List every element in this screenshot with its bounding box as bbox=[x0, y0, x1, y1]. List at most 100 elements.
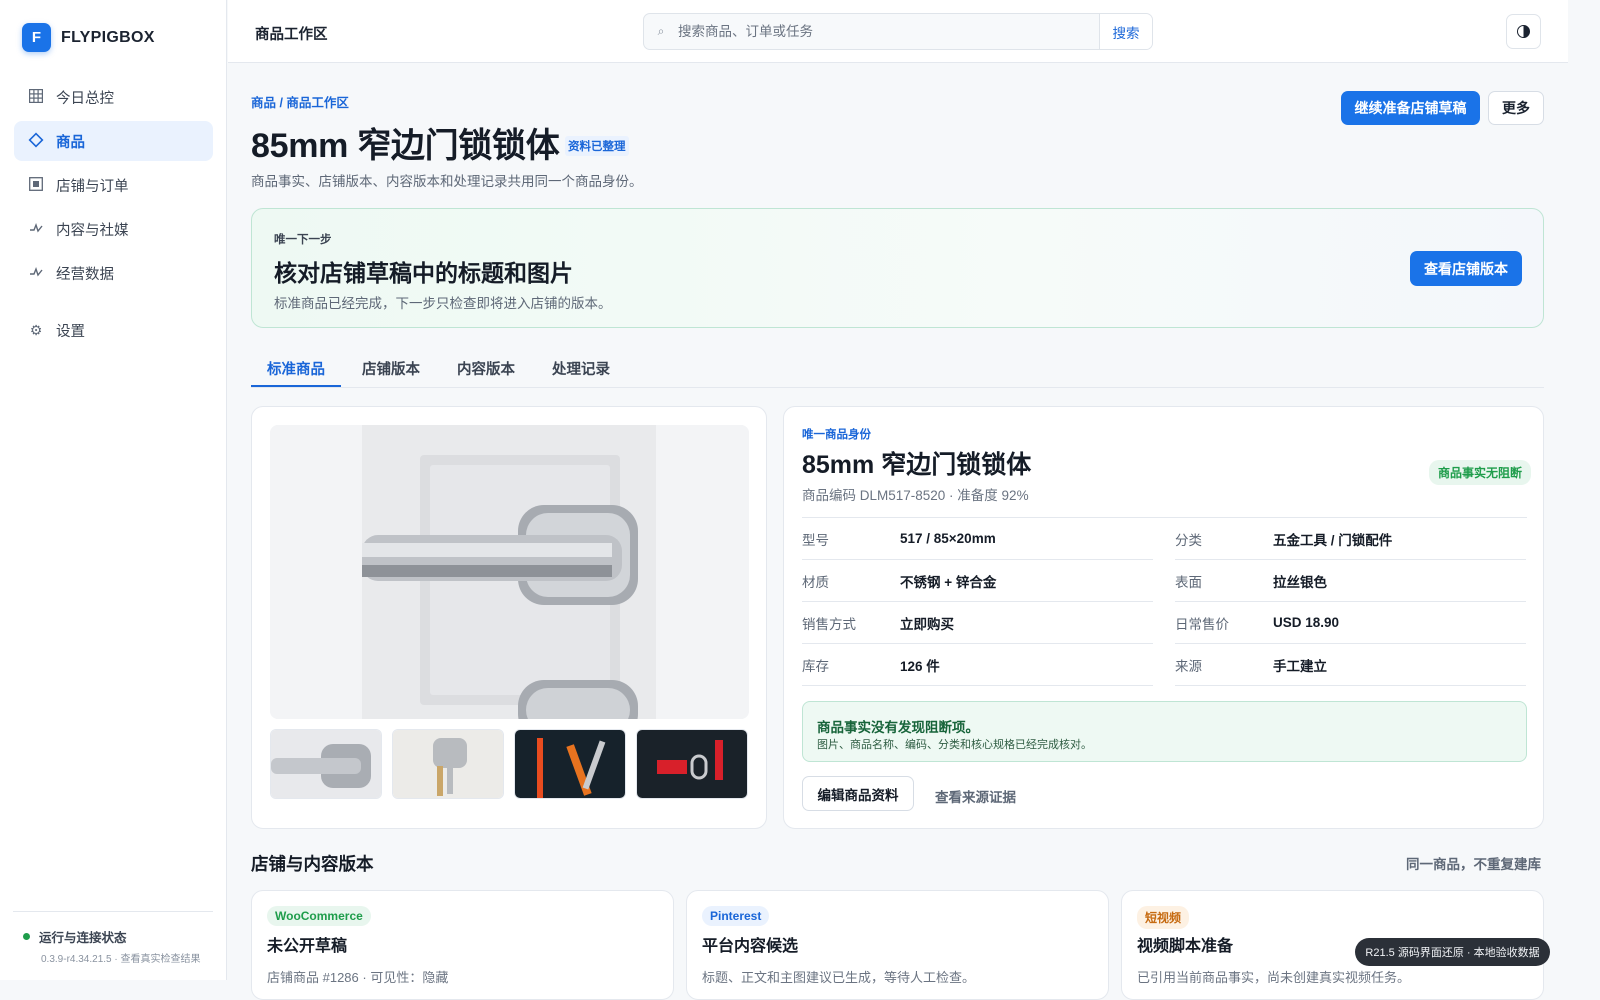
diamond-icon bbox=[28, 132, 44, 151]
main-product-image[interactable] bbox=[270, 425, 749, 719]
next-step-title: 核对店铺草稿中的标题和图片 bbox=[274, 260, 573, 286]
thumbnail-strip bbox=[270, 729, 749, 799]
version-description: 店铺商品 #1286 · 可见性：隐藏 bbox=[267, 970, 449, 985]
platform-tag: 短视频 bbox=[1137, 906, 1190, 929]
platform-tag: Pinterest bbox=[702, 906, 770, 926]
versions-section-note: 同一商品，不重复建库 bbox=[1406, 857, 1541, 872]
tab-history[interactable]: 处理记录 bbox=[536, 348, 626, 387]
version-title: 视频脚本准备 bbox=[1137, 938, 1234, 955]
product-identity-card: 唯一商品身份 85mm 窄边门锁锁体 商品编码 DLM517-8520 · 准备… bbox=[783, 406, 1544, 829]
next-step-label: 唯一下一步 bbox=[274, 234, 332, 246]
spec-value: 手工建立 bbox=[1273, 658, 1327, 674]
spec-row: 日常售价 USD 18.90 bbox=[1175, 602, 1526, 644]
sidebar-item-label: 商品 bbox=[56, 134, 85, 151]
versions-section-title: 店铺与内容版本 bbox=[251, 854, 374, 874]
sidebar-item-label: 设置 bbox=[56, 323, 85, 340]
tab-content-version[interactable]: 内容版本 bbox=[441, 348, 531, 387]
spec-row: 材质 不锈钢 + 锌合金 bbox=[802, 560, 1153, 602]
gear-icon: ⚙ bbox=[29, 321, 43, 338]
version-card-woocommerce[interactable]: WooCommerce 未公开草稿 店铺商品 #1286 · 可见性：隐藏 bbox=[251, 890, 674, 1000]
connection-status[interactable]: 运行与连接状态 0.3.9-r4.34.21.5 · 查看真实检查结果 bbox=[13, 911, 213, 965]
sidebar-item-dashboard[interactable]: 今日总控 bbox=[14, 77, 213, 117]
identity-label: 唯一商品身份 bbox=[802, 429, 871, 441]
search-button[interactable]: 搜索 bbox=[1099, 14, 1152, 49]
check-title: 商品事实没有发现阻断项。 bbox=[817, 720, 979, 735]
tab-standard-product[interactable]: 标准商品 bbox=[251, 348, 341, 387]
version-card-pinterest[interactable]: Pinterest 平台内容候选 标题、正文和主图建议已生成，等待人工检查。 bbox=[686, 890, 1109, 1000]
build-info-toast: R21.5 源码界面还原 · 本地验收数据 bbox=[1355, 938, 1550, 966]
spec-value: 立即购买 bbox=[900, 616, 954, 632]
status-dot bbox=[23, 933, 30, 940]
thumbnail-keys[interactable] bbox=[392, 729, 504, 799]
spec-key: 型号 bbox=[802, 532, 829, 548]
identity-title: 85mm 窄边门锁锁体 bbox=[802, 451, 1032, 479]
brand[interactable]: F FLYPIGBOX bbox=[22, 23, 155, 52]
identity-subtitle: 商品编码 DLM517-8520 · 准备度 92% bbox=[802, 488, 1029, 503]
contrast-icon bbox=[1517, 25, 1530, 38]
spec-key: 分类 bbox=[1175, 532, 1202, 548]
spec-row: 表面 拉丝银色 bbox=[1175, 560, 1526, 602]
breadcrumb[interactable]: 商品 / 商品工作区 bbox=[251, 92, 349, 111]
spec-grid: 型号 517 / 85×20mm 分类 五金工具 / 门锁配件 材质 不锈钢 + 锌合… bbox=[802, 517, 1527, 686]
sidebar-item-content-social[interactable]: 内容与社媒 bbox=[14, 209, 213, 249]
more-button[interactable]: 更多 bbox=[1488, 91, 1544, 125]
thumbnail-tools[interactable] bbox=[514, 729, 626, 799]
next-step-description: 标准商品已经完成，下一步只检查即将进入店铺的版本。 bbox=[274, 296, 612, 311]
status-badge: 资料已整理 bbox=[565, 136, 629, 156]
spec-value: 不锈钢 + 锌合金 bbox=[900, 574, 997, 590]
spec-row: 型号 517 / 85×20mm bbox=[802, 518, 1153, 560]
continue-store-draft-button[interactable]: 继续准备店铺草稿 bbox=[1341, 91, 1480, 125]
sidebar-item-stores-orders[interactable]: 店铺与订单 bbox=[14, 165, 213, 205]
facts-check-result: 商品事实没有发现阻断项。 图片、商品名称、编码、分类和核心规格已经完成核对。 bbox=[802, 701, 1527, 762]
search-input[interactable] bbox=[678, 14, 1099, 49]
topbar-title: 商品工作区 bbox=[255, 27, 328, 43]
spec-key: 日常售价 bbox=[1175, 616, 1229, 632]
status-badge: 商品事实无阻断 bbox=[1429, 460, 1532, 485]
sidebar-item-label: 今日总控 bbox=[56, 90, 114, 107]
product-tabs: 标准商品 店铺版本 内容版本 处理记录 bbox=[251, 348, 1544, 388]
spec-row: 来源 手工建立 bbox=[1175, 644, 1526, 686]
spec-value: 126 件 bbox=[900, 658, 940, 674]
spec-key: 来源 bbox=[1175, 658, 1202, 674]
version-title: 未公开草稿 bbox=[267, 938, 348, 955]
view-store-version-button[interactable]: 查看店铺版本 bbox=[1410, 251, 1522, 286]
thumbnail-pliers[interactable] bbox=[636, 729, 748, 799]
topbar: 商品工作区 ⌕ 搜索 bbox=[228, 0, 1568, 63]
theme-toggle-button[interactable] bbox=[1506, 14, 1541, 49]
sidebar-item-products[interactable]: 商品 bbox=[14, 121, 213, 161]
spec-row: 销售方式 立即购买 bbox=[802, 602, 1153, 644]
edit-product-button[interactable]: 编辑商品资料 bbox=[802, 776, 914, 811]
spec-value: 517 / 85×20mm bbox=[900, 531, 996, 546]
page-description: 商品事实、店铺版本、内容版本和处理记录共用同一个商品身份。 bbox=[251, 174, 643, 189]
spec-key: 材质 bbox=[802, 574, 829, 590]
sidebar: F FLYPIGBOX 今日总控 商品 店铺与订单 内容与社媒 经营数据 ⚙ 设… bbox=[0, 0, 227, 980]
sidebar-item-settings[interactable]: ⚙ 设置 bbox=[14, 310, 213, 350]
sidebar-item-label: 经营数据 bbox=[56, 266, 114, 283]
search-bar: ⌕ 搜索 bbox=[643, 13, 1153, 50]
pulse-icon bbox=[28, 265, 44, 282]
pulse-icon bbox=[28, 221, 44, 238]
next-step-card: 唯一下一步 核对店铺草稿中的标题和图片 标准商品已经完成，下一步只检查即将进入店… bbox=[251, 208, 1544, 328]
brand-name: FLYPIGBOX bbox=[61, 28, 155, 46]
spec-key: 销售方式 bbox=[802, 616, 856, 632]
tab-store-version[interactable]: 店铺版本 bbox=[346, 348, 436, 387]
sidebar-nav: 今日总控 商品 店铺与订单 内容与社媒 经营数据 ⚙ 设置 bbox=[14, 77, 213, 354]
status-version[interactable]: 0.3.9-r4.34.21.5 · 查看真实检查结果 bbox=[13, 950, 213, 965]
spec-row: 分类 五金工具 / 门锁配件 bbox=[1175, 518, 1526, 560]
version-description: 已引用当前商品事实，尚未创建真实视频任务。 bbox=[1137, 970, 1411, 985]
version-description: 标题、正文和主图建议已生成，等待人工检查。 bbox=[702, 970, 976, 985]
sidebar-item-label: 店铺与订单 bbox=[56, 178, 129, 195]
spec-value: USD 18.90 bbox=[1273, 615, 1340, 630]
version-title: 平台内容候选 bbox=[702, 938, 799, 955]
sidebar-item-business-data[interactable]: 经营数据 bbox=[14, 253, 213, 293]
search-icon: ⌕ bbox=[657, 24, 665, 38]
platform-tag: WooCommerce bbox=[267, 906, 371, 926]
view-evidence-link[interactable]: 查看来源证据 bbox=[935, 786, 1016, 806]
spec-value: 拉丝银色 bbox=[1273, 574, 1327, 590]
spec-row: 库存 126 件 bbox=[802, 644, 1153, 686]
thumbnail-handle[interactable] bbox=[270, 729, 382, 799]
sidebar-item-label: 内容与社媒 bbox=[56, 222, 129, 239]
spec-key: 表面 bbox=[1175, 574, 1202, 590]
spec-value: 五金工具 / 门锁配件 bbox=[1273, 532, 1393, 548]
page-title: 85mm 窄边门锁锁体 bbox=[251, 127, 560, 165]
